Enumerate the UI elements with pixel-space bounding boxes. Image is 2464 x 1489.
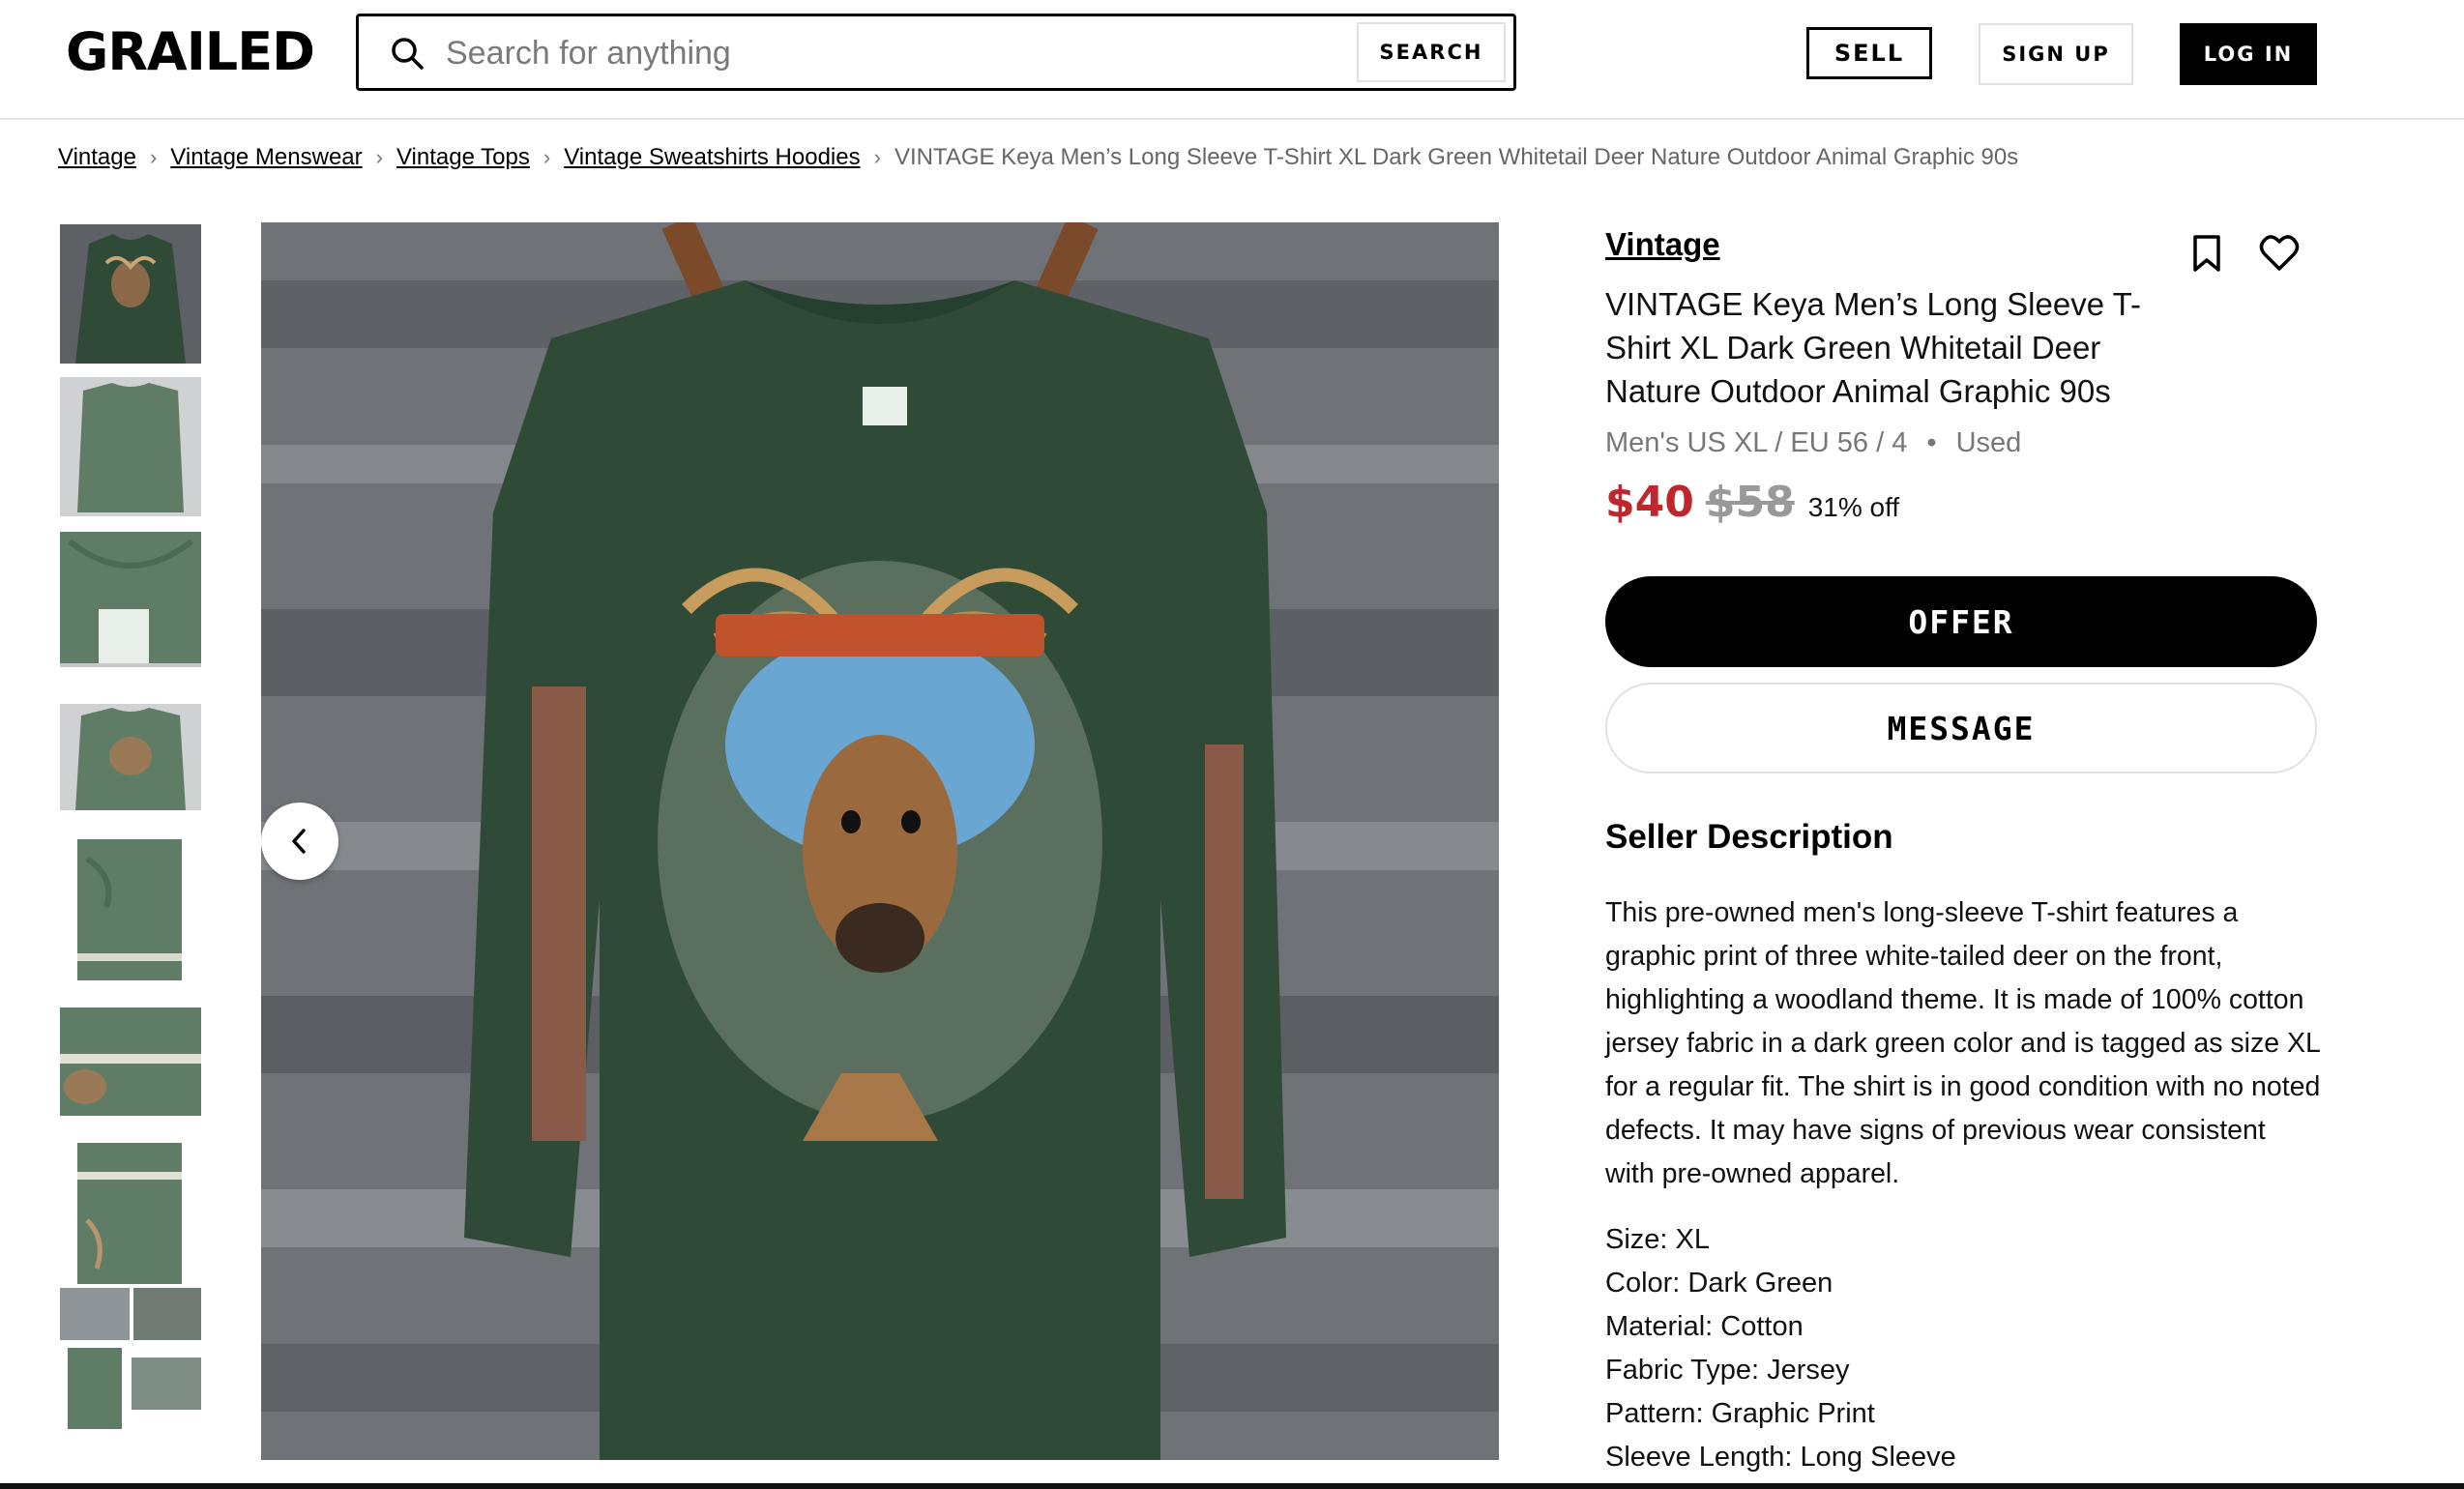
spec-fabric-type: Fabric Type: Jersey <box>1605 1355 1850 1386</box>
thumbnail-8[interactable] <box>60 1288 201 1429</box>
search-icon <box>392 38 424 70</box>
size-label: Men's US XL / EU 56 / 4 <box>1605 427 1908 458</box>
breadcrumb-current: VINTAGE Keya Men’s Long Sleeve T-Shirt X… <box>894 144 2019 170</box>
discount-label: 31% off <box>1807 492 1900 522</box>
breadcrumb-chevron-icon: › <box>149 145 158 169</box>
bookmark-icon[interactable] <box>2189 234 2224 273</box>
breadcrumb-chevron-icon: › <box>543 145 551 169</box>
breadcrumb-link-vintage-menswear[interactable]: Vintage Menswear <box>170 144 362 171</box>
bullet-separator: • <box>1926 427 1937 458</box>
breadcrumb: Vintage › Vintage Menswear › Vintage Top… <box>58 143 2018 172</box>
heart-icon[interactable] <box>2259 234 2300 273</box>
current-price: $40 <box>1605 478 1694 527</box>
thumbnail-4[interactable] <box>60 704 201 810</box>
breadcrumb-link-vintage-sweatshirts-hoodies[interactable]: Vintage Sweatshirts Hoodies <box>564 144 860 171</box>
thumbnail-3[interactable] <box>60 532 201 667</box>
spec-size: Size: XL <box>1605 1224 1710 1255</box>
breadcrumb-chevron-icon: › <box>873 145 881 169</box>
spec-list: Size: XL Color: Dark Green Material: Cot… <box>1605 1218 2321 1479</box>
spec-pattern: Pattern: Graphic Print <box>1605 1398 1875 1429</box>
breadcrumb-link-vintage-tops[interactable]: Vintage Tops <box>396 144 530 171</box>
thumbnail-1[interactable] <box>60 224 201 364</box>
thumbnail-5[interactable] <box>77 839 182 980</box>
thumbnail-7[interactable] <box>77 1143 182 1284</box>
condition-label: Used <box>1955 427 2022 458</box>
thumbnail-2[interactable] <box>60 377 201 516</box>
breadcrumb-chevron-icon: › <box>375 145 383 169</box>
search-button[interactable]: SEARCH <box>1357 22 1506 82</box>
seller-description-heading: Seller Description <box>1605 818 1893 856</box>
brand-link[interactable]: Vintage <box>1605 226 1720 263</box>
message-button[interactable]: MESSAGE <box>1605 683 2317 774</box>
product-photo <box>261 222 1499 1460</box>
sign-up-button[interactable]: SIGN UP <box>1979 23 2133 85</box>
grailed-logo[interactable]: GRAILED <box>66 21 315 83</box>
search-input[interactable]: Search for anything <box>446 34 731 73</box>
search-bar[interactable]: Search for anything SEARCH <box>356 14 1516 91</box>
site-header: GRAILED Search for anything SEARCH SELL … <box>0 0 2464 120</box>
size-condition: Men's US XL / EU 56 / 4 • Used <box>1605 427 2021 459</box>
seller-description-text: This pre-owned men's long-sleeve T-shirt… <box>1605 897 2321 1189</box>
spec-sleeve-length: Sleeve Length: Long Sleeve <box>1605 1442 1956 1473</box>
listing-title: VINTAGE Keya Men’s Long Sleeve T-Shirt X… <box>1605 286 2141 409</box>
bottom-border <box>0 1483 2464 1489</box>
breadcrumb-link-vintage[interactable]: Vintage <box>58 144 136 171</box>
log-in-button[interactable]: LOG IN <box>2180 23 2317 85</box>
chevron-left-icon <box>292 829 306 854</box>
spec-color: Color: Dark Green <box>1605 1268 1833 1299</box>
previous-image-button[interactable] <box>261 803 338 880</box>
price-row: $40 $58 31% off <box>1605 478 1899 527</box>
product-image[interactable] <box>261 222 1499 1460</box>
spec-material: Material: Cotton <box>1605 1311 1804 1342</box>
offer-button[interactable]: OFFER <box>1605 576 2317 667</box>
sell-button[interactable]: SELL <box>1806 27 1932 79</box>
thumbnail-6[interactable] <box>60 1007 201 1116</box>
original-price: $58 <box>1705 478 1795 527</box>
